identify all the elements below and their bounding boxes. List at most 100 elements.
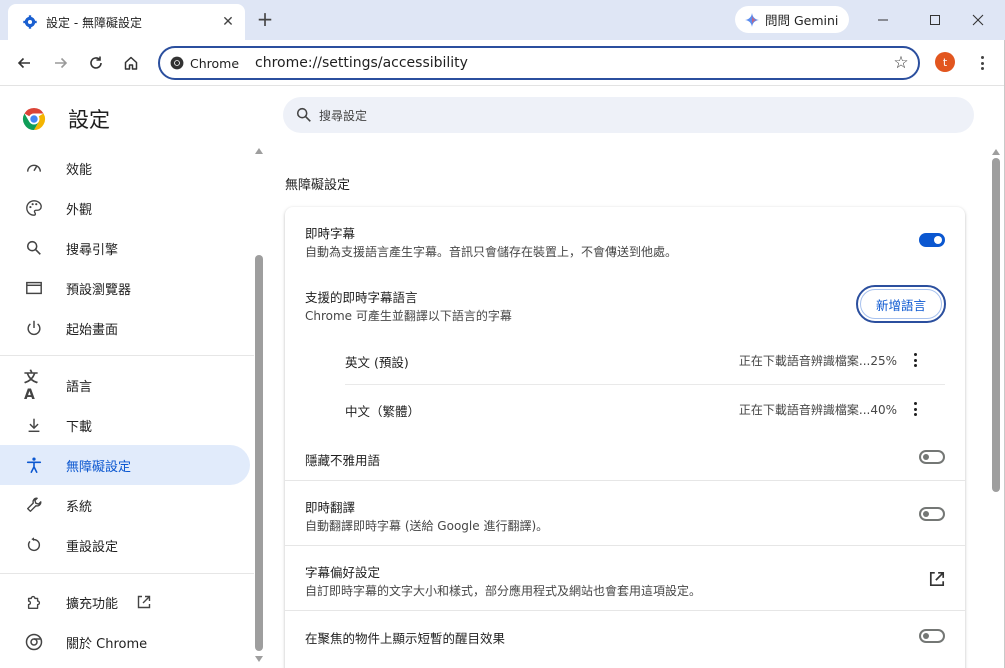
sidebar-divider: [0, 573, 254, 574]
gemini-sparkle-icon: [745, 12, 759, 27]
language-item: 英文 (預設) 正在下載語音辨識檔案...25%: [345, 336, 945, 384]
external-link-icon[interactable]: [928, 570, 946, 588]
add-language-button[interactable]: 新增語言: [856, 285, 946, 323]
profile-avatar[interactable]: t: [935, 52, 955, 72]
settings-sidebar: 設定 效能 外觀 搜尋引擎 預設瀏覽器 起始畫面 文A 語言 下載 無障礙設定 …: [0, 87, 268, 668]
sidebar-divider: [0, 355, 254, 356]
bookmark-star-icon[interactable]: ☆: [884, 53, 918, 73]
sidebar-item-on-startup[interactable]: 起始畫面: [0, 308, 250, 348]
minimize-icon: [878, 19, 888, 21]
focus-highlight-title: 在聚焦的物件上顯示短暫的醒目效果: [305, 631, 506, 646]
reload-icon: [90, 56, 102, 69]
sidebar-item-label: 重設設定: [66, 539, 119, 555]
site-info-chip[interactable]: Chrome: [170, 56, 239, 71]
wrench-icon: [24, 495, 44, 515]
sidebar-item-system[interactable]: 系統: [0, 485, 250, 525]
forward-button[interactable]: [50, 52, 72, 74]
hide-profanity-row[interactable]: 隱藏不雅用語: [285, 434, 965, 480]
new-tab-button[interactable]: +: [255, 9, 275, 29]
focus-highlight-toggle[interactable]: [919, 629, 945, 643]
window-close-button[interactable]: [955, 5, 1001, 35]
language-download-status: 正在下載語音辨識檔案...40%: [738, 403, 897, 417]
sidebar-item-downloads[interactable]: 下載: [0, 405, 250, 445]
live-translate-title: 即時翻譯: [305, 500, 356, 515]
language-item: 中文（繁體） 正在下載語音辨識檔案...40%: [345, 385, 945, 433]
more-options-icon[interactable]: [907, 349, 923, 371]
sidebar-item-accessibility[interactable]: 無障礙設定: [0, 445, 250, 485]
url-text[interactable]: chrome://settings/accessibility: [255, 55, 884, 71]
ask-gemini-button[interactable]: 問問 Gemini: [735, 6, 849, 33]
live-caption-title: 即時字幕: [305, 226, 356, 241]
back-button[interactable]: [13, 52, 35, 74]
gemini-label: 問問 Gemini: [765, 13, 839, 28]
gear-icon: [22, 14, 38, 30]
tab-title: 設定 - 無障礙設定: [46, 15, 142, 30]
focus-highlight-row[interactable]: 在聚焦的物件上顯示短暫的醒目效果: [285, 611, 965, 661]
language-name: 英文 (預設): [345, 355, 409, 370]
power-icon: [24, 318, 44, 338]
download-icon: [24, 415, 44, 435]
main-scroll-up[interactable]: [992, 149, 1000, 155]
home-button[interactable]: [120, 52, 142, 74]
live-translate-row[interactable]: 即時翻譯 自動翻譯即時字幕 (送給 Google 進行翻譯)。: [285, 481, 965, 545]
sidebar-item-appearance[interactable]: 外觀: [0, 188, 250, 228]
sidebar-scroll-up[interactable]: [255, 148, 263, 154]
sidebar-item-label: 下載: [66, 419, 93, 435]
chrome-icon: [24, 632, 44, 652]
caption-preferences-desc: 自訂即時字幕的文字大小和樣式，部分應用程式及網站也會套用這項設定。: [305, 584, 702, 598]
address-bar[interactable]: Chrome chrome://settings/accessibility ☆: [158, 46, 920, 80]
puzzle-icon: [24, 592, 44, 612]
caption-preferences-title: 字幕偏好設定: [305, 565, 381, 580]
reload-button[interactable]: [85, 52, 107, 74]
sidebar-item-label: 外觀: [66, 202, 93, 218]
tab-close-icon[interactable]: ✕: [219, 13, 237, 31]
language-name: 中文（繁體）: [345, 404, 421, 419]
minimize-button[interactable]: [860, 5, 906, 35]
caption-languages-title: 支援的即時字幕語言: [305, 290, 418, 305]
sidebar-item-search-engine[interactable]: 搜尋引擎: [0, 228, 250, 268]
chrome-logo-icon: [170, 56, 184, 70]
sidebar-item-about-chrome[interactable]: 關於 Chrome: [0, 622, 250, 662]
browser-window-icon: [24, 278, 44, 298]
palette-icon: [24, 198, 44, 218]
live-caption-row[interactable]: 即時字幕 自動為支援語言產生字幕。音訊只會儲存在裝置上，不會傳送到他處。: [285, 207, 965, 271]
maximize-icon: [930, 15, 940, 25]
hide-profanity-toggle[interactable]: [919, 450, 945, 464]
maximize-button[interactable]: [912, 5, 958, 35]
browser-toolbar: Chrome chrome://settings/accessibility ☆…: [0, 40, 1005, 86]
language-download-status: 正在下載語音辨識檔案...25%: [738, 354, 897, 368]
chrome-menu-button[interactable]: [972, 52, 992, 74]
site-chip-label: Chrome: [190, 55, 240, 71]
sidebar-scroll-down[interactable]: [255, 656, 263, 662]
sidebar-item-extensions[interactable]: 擴充功能: [0, 582, 250, 622]
live-translate-toggle[interactable]: [919, 507, 945, 521]
search-icon: [296, 107, 311, 122]
section-title: 無障礙設定: [285, 178, 351, 193]
sidebar-item-performance[interactable]: 效能: [0, 148, 250, 188]
tab-strip: 設定 - 無障礙設定 ✕ + 問問 Gemini: [0, 0, 1005, 40]
translate-icon: 文A: [24, 370, 38, 403]
caption-preferences-row[interactable]: 字幕偏好設定 自訂即時字幕的文字大小和樣式，部分應用程式及網站也會套用這項設定。: [285, 546, 965, 610]
settings-search-bar[interactable]: 搜尋設定: [283, 97, 974, 133]
sidebar-item-label: 起始畫面: [66, 322, 119, 338]
search-input[interactable]: 搜尋設定: [319, 107, 367, 124]
sidebar-item-default-browser[interactable]: 預設瀏覽器: [0, 268, 250, 308]
arrow-right-icon: [55, 57, 68, 69]
sidebar-item-reset[interactable]: 重設設定: [0, 525, 250, 565]
accessibility-icon: [24, 455, 44, 475]
browser-tab[interactable]: 設定 - 無障礙設定 ✕: [8, 4, 245, 40]
main-scrollbar[interactable]: [992, 158, 1000, 492]
sidebar-item-label: 關於 Chrome: [66, 636, 148, 652]
reset-icon: [24, 535, 44, 555]
sidebar-item-languages[interactable]: 文A 語言: [0, 365, 250, 405]
sidebar-scrollbar[interactable]: [255, 255, 263, 651]
more-options-icon[interactable]: [907, 398, 923, 420]
accessibility-card: 即時字幕 自動為支援語言產生字幕。音訊只會儲存在裝置上，不會傳送到他處。 支援的…: [285, 207, 965, 668]
sidebar-item-label: 擴充功能: [66, 596, 119, 612]
live-caption-desc: 自動為支援語言產生字幕。音訊只會儲存在裝置上，不會傳送到他處。: [305, 245, 678, 259]
live-caption-toggle[interactable]: [919, 233, 945, 247]
sidebar-item-label: 語言: [66, 379, 93, 395]
chrome-logo-icon: [22, 108, 46, 130]
page-title: 設定: [68, 108, 110, 132]
arrow-left-icon: [17, 57, 30, 69]
